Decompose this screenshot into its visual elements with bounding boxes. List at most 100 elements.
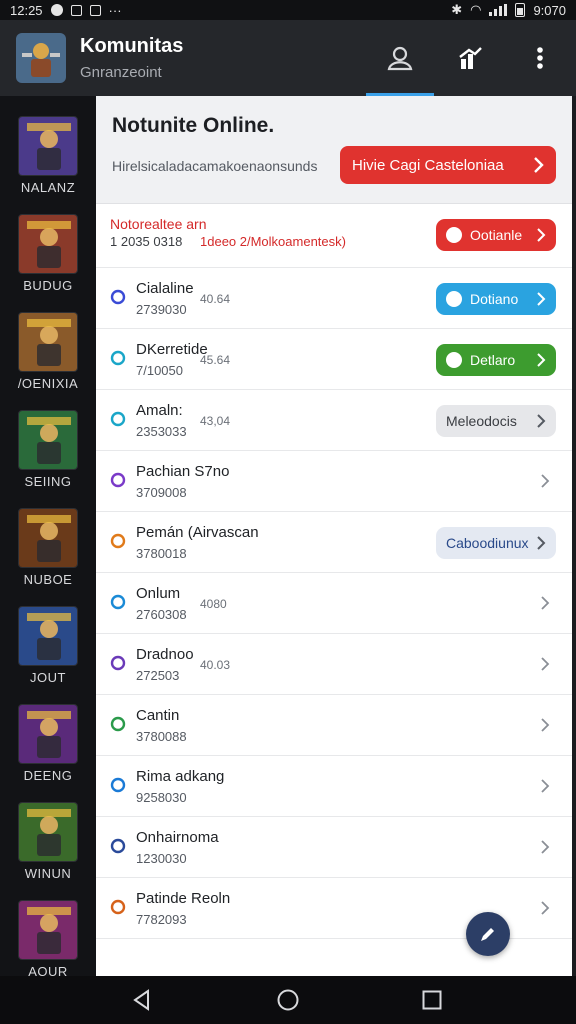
rail-game-item[interactable]: NUBOE — [14, 508, 82, 587]
recents-icon[interactable] — [420, 988, 444, 1012]
list-item[interactable]: Rima adkang 9258030 — [96, 756, 572, 817]
member-name: Onhairnoma — [136, 829, 219, 846]
rail-game-item[interactable]: WINUN — [14, 802, 82, 881]
member-name: Cantin — [136, 707, 180, 724]
list-item[interactable]: Onlum 2760308 4080 — [96, 573, 572, 634]
rail-game-item[interactable]: JOUT — [14, 606, 82, 685]
member-icon — [110, 472, 126, 488]
rail-game-item[interactable]: NALANZ — [14, 116, 82, 195]
member-name: Patinde Reoln — [136, 890, 231, 907]
chevron-right-icon — [541, 596, 550, 610]
member-id: 2353033 — [136, 424, 187, 439]
status-pill-button[interactable]: Ootianle — [436, 219, 556, 251]
list-item[interactable]: Notorealtee arn 1 2035 0318 1deeo 2/Molkoa… — [96, 204, 572, 268]
chevron-right-icon — [537, 414, 546, 428]
member-meta: 40.03 — [200, 658, 231, 672]
list-item[interactable]: Cialaline 2739030 40.64 Dotiano — [96, 268, 572, 329]
game-thumbnail — [18, 410, 78, 470]
game-rail: NALANZ BUDUG/OENIXIA SEIING NUBOE JOUT DEENG W… — [0, 96, 96, 979]
edit-fab[interactable] — [466, 912, 510, 956]
member-name: Pachian S7no — [136, 463, 230, 480]
game-thumbnail — [18, 312, 78, 372]
chevron-right-icon — [541, 901, 550, 915]
game-label: WINUN — [24, 866, 72, 881]
game-thumbnail — [18, 214, 78, 274]
game-label: DEENG — [23, 768, 73, 783]
notification-icon — [50, 4, 63, 16]
rail-game-item[interactable]: /OENIXIA — [14, 312, 82, 391]
stats-button[interactable] — [450, 38, 490, 78]
list-item[interactable]: Pemán (Airvascan 3780018 Caboodiunux — [96, 512, 572, 573]
rail-game-item[interactable]: DEENG — [14, 704, 82, 783]
more-button[interactable] — [520, 38, 560, 78]
cta-label: Hivie Cagi Casteloniaa — [352, 156, 504, 174]
status-icon — [446, 291, 462, 307]
member-icon — [110, 533, 126, 549]
chevron-right-icon — [537, 536, 546, 550]
member-name: Rima adkang — [136, 768, 225, 785]
more-vert-icon — [537, 47, 543, 69]
profile-button[interactable] — [366, 38, 434, 96]
list-item[interactable]: Cantin 3780088 — [96, 695, 572, 756]
member-icon — [110, 655, 126, 671]
member-icon — [110, 716, 126, 732]
member-id: 3780018 — [136, 546, 187, 561]
rail-game-item[interactable]: AOUR — [14, 900, 82, 979]
member-meta: 40.64 — [200, 292, 231, 306]
member-id: 1 2035 0318 — [110, 234, 183, 249]
member-list: Notorealtee arn 1 2035 0318 1deeo 2/Molkoa… — [96, 204, 572, 939]
status-pill-label: Detlaro — [470, 352, 516, 368]
game-label: SEIING — [24, 474, 72, 489]
member-meta: 45.64 — [200, 353, 231, 367]
status-clock: 9:070 — [533, 2, 566, 18]
status-pill-button[interactable]: Meleodocis — [436, 405, 556, 437]
cta-button[interactable]: Hivie Cagi Casteloniaa — [340, 146, 556, 184]
member-icon — [110, 777, 126, 793]
member-icon — [110, 411, 126, 427]
home-icon[interactable] — [276, 988, 300, 1012]
member-id: 3709008 — [136, 485, 187, 500]
edit-icon — [481, 928, 494, 941]
game-thumbnail — [18, 802, 78, 862]
community-panel: Notunite Online. Hirelsicaladacamakoenao… — [96, 96, 572, 976]
chevron-right-icon — [537, 228, 546, 242]
list-item[interactable]: Dradnoo 272503 40.03 — [96, 634, 572, 695]
game-label: BUDUG — [23, 278, 73, 293]
game-label: /OENIXIA — [17, 376, 79, 391]
status-pill-button[interactable]: Dotiano — [436, 283, 556, 315]
rail-game-item[interactable]: SEIING — [14, 410, 82, 489]
status-pill-button[interactable]: Caboodiunux — [436, 527, 556, 559]
member-icon — [110, 594, 126, 610]
game-thumbnail — [18, 704, 78, 764]
app-title: Komunitas — [80, 35, 184, 57]
status-pill-button[interactable]: Detlaro — [436, 344, 556, 376]
back-icon[interactable] — [130, 988, 154, 1012]
list-item[interactable]: Amaln: 2353033 43,04 Meleodocis — [96, 390, 572, 451]
chevron-right-icon — [541, 779, 550, 793]
member-id: 3780088 — [136, 729, 187, 744]
more-notifications-icon: ··· — [108, 2, 122, 18]
chevron-right-icon — [541, 840, 550, 854]
game-label: JOUT — [30, 670, 66, 685]
status-icon — [446, 227, 462, 243]
chart-icon — [459, 47, 482, 69]
status-pill-label: Caboodiunux — [446, 535, 529, 551]
member-id: 7/10050 — [136, 363, 183, 378]
rail-game-item[interactable]: BUDUG — [14, 214, 82, 293]
member-name: Onlum — [136, 585, 181, 602]
list-item[interactable]: DKerretide 7/10050 45.64 Detlaro — [96, 329, 572, 390]
status-bar: 12:25 ··· ✱ ◠ 9:070 — [0, 0, 576, 20]
system-nav-bar — [0, 976, 576, 1024]
list-item[interactable]: Onhairnoma 1230030 — [96, 817, 572, 878]
panel-title: Notunite Online. — [112, 114, 275, 137]
member-icon — [110, 289, 126, 305]
status-pill-label: Ootianle — [470, 227, 523, 243]
member-meta: 4080 — [200, 597, 227, 611]
game-thumbnail — [18, 508, 78, 568]
person-icon — [387, 46, 413, 71]
member-name: Notorealtee arn — [110, 216, 207, 232]
member-id: 1230030 — [136, 851, 187, 866]
list-item[interactable]: Pachian S7no 3709008 — [96, 451, 572, 512]
panel-description: Hirelsicaladacamakoenaonsunds — [112, 158, 318, 174]
game-thumbnail — [18, 900, 78, 960]
